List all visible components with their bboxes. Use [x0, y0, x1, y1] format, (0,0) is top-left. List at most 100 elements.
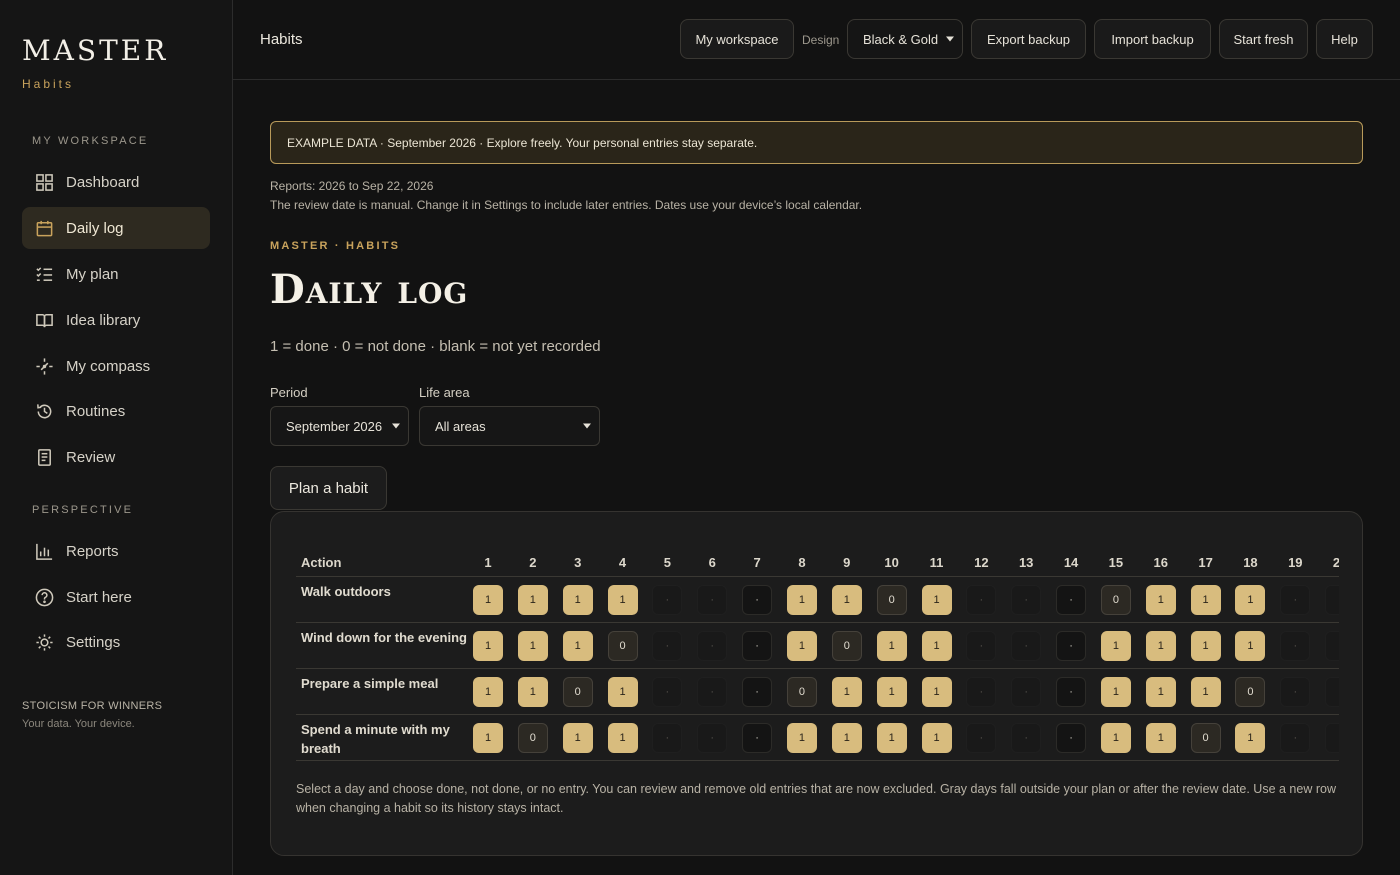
period-select[interactable]: September 2026 — [270, 406, 409, 446]
my-workspace-button[interactable]: My workspace — [680, 19, 794, 59]
habit-day-cell[interactable]: 1 — [517, 631, 548, 661]
habit-day-cell[interactable]: 1 — [607, 677, 638, 707]
sidebar-item-daily-log[interactable]: Daily log — [22, 207, 210, 249]
brand-logo[interactable]: MASTER Habits — [22, 34, 168, 91]
sidebar-item-reports[interactable]: Reports — [22, 530, 210, 572]
habit-day-cell[interactable]: 1 — [831, 677, 862, 707]
habit-day-cell[interactable]: 1 — [786, 631, 817, 661]
habit-day-cell[interactable]: 1 — [786, 723, 817, 753]
habit-day-cell[interactable]: 1 — [1235, 585, 1266, 615]
habit-day-cell[interactable]: 0 — [1235, 677, 1266, 707]
habit-day-cell: · — [1011, 677, 1042, 707]
habit-day-cell[interactable]: 1 — [921, 585, 952, 615]
day-header: 18 — [1243, 555, 1258, 570]
chevron-down-icon — [946, 36, 954, 42]
day-header: 6 — [708, 555, 716, 570]
day-header: 8 — [798, 555, 806, 570]
habit-day-cell[interactable]: 1 — [517, 677, 548, 707]
plan-a-habit-button[interactable]: Plan a habit — [270, 466, 387, 510]
habit-day-cell[interactable]: 0 — [562, 677, 593, 707]
habit-day-cell[interactable]: 1 — [921, 631, 952, 661]
habit-day-cell[interactable]: 0 — [786, 677, 817, 707]
habit-day-cell[interactable]: 1 — [831, 723, 862, 753]
habit-day-cell[interactable]: 1 — [473, 585, 503, 615]
export-backup-button[interactable]: Export backup — [971, 19, 1086, 59]
habit-day-cell[interactable]: 1 — [1190, 631, 1221, 661]
import-backup-button[interactable]: Import backup — [1094, 19, 1211, 59]
habit-day-cell[interactable]: 1 — [473, 631, 503, 661]
habit-day-cell[interactable]: 0 — [876, 585, 907, 615]
book-icon — [34, 310, 54, 330]
sidebar-item-my-plan[interactable]: My plan — [22, 253, 210, 295]
habit-day-cell[interactable]: 1 — [831, 585, 862, 615]
topbar-title: Habits — [260, 31, 303, 48]
habit-day-cell[interactable]: 1 — [876, 631, 907, 661]
habit-day-cell[interactable]: · — [742, 585, 773, 615]
sidebar-item-review[interactable]: Review — [22, 436, 210, 478]
habit-day-cell[interactable]: 1 — [1100, 677, 1131, 707]
design-select[interactable]: Black & Gold — [847, 19, 963, 59]
history-icon — [34, 401, 54, 421]
habit-day-cell[interactable]: 1 — [1145, 723, 1176, 753]
habit-day-cell: · — [1011, 631, 1042, 661]
habit-day-cell[interactable]: 1 — [1145, 677, 1176, 707]
habit-day-cell[interactable]: 1 — [1190, 585, 1221, 615]
sidebar-item-dashboard[interactable]: Dashboard — [22, 161, 210, 203]
habit-day-cell[interactable]: 1 — [473, 677, 503, 707]
period-label: Period — [270, 385, 308, 400]
habit-day-cell[interactable]: 1 — [607, 723, 638, 753]
row-divider — [296, 668, 1339, 669]
life-area-select[interactable]: All areas — [419, 406, 600, 446]
habit-day-cell[interactable]: 1 — [876, 677, 907, 707]
day-header: 20 — [1325, 555, 1339, 570]
habit-day-cell[interactable]: 0 — [831, 631, 862, 661]
habit-day-cell[interactable]: · — [742, 723, 773, 753]
habit-day-cell[interactable]: · — [742, 677, 773, 707]
habit-day-cell: · — [1280, 723, 1311, 753]
habit-day-cell[interactable]: 1 — [517, 585, 548, 615]
sidebar-item-routines[interactable]: Routines — [22, 390, 210, 432]
start-fresh-button[interactable]: Start fresh — [1219, 19, 1308, 59]
habit-day-cell[interactable]: 1 — [607, 585, 638, 615]
habit-day-cell: · — [1325, 585, 1339, 615]
habit-day-cell[interactable]: 1 — [473, 723, 503, 753]
design-select-value: Black & Gold — [863, 31, 939, 47]
sidebar-footer-title: STOICISM FOR WINNERS — [22, 700, 163, 712]
habit-day-cell[interactable]: 1 — [876, 723, 907, 753]
sidebar-item-label: Idea library — [66, 311, 141, 329]
habit-day-cell[interactable]: 1 — [1100, 723, 1131, 753]
habit-day-cell[interactable]: · — [1056, 677, 1087, 707]
habit-day-cell[interactable]: · — [1056, 585, 1087, 615]
habit-day-cell[interactable]: 1 — [1145, 585, 1176, 615]
habit-day-cell[interactable]: 1 — [562, 631, 593, 661]
row-divider — [296, 714, 1339, 715]
nav-section-workspace: MY WORKSPACE — [32, 135, 149, 147]
chevron-down-icon — [583, 423, 591, 429]
sidebar-item-settings[interactable]: Settings — [22, 621, 210, 663]
habit-day-cell[interactable]: 0 — [1100, 585, 1131, 615]
habit-day-cell[interactable]: · — [1056, 723, 1087, 753]
habit-day-cell[interactable]: 1 — [921, 723, 952, 753]
sidebar-item-my-compass[interactable]: My compass — [22, 345, 210, 387]
habit-day-cell[interactable]: 1 — [1190, 677, 1221, 707]
habit-day-cell[interactable]: 1 — [562, 585, 593, 615]
habit-day-cell[interactable]: 0 — [607, 631, 638, 661]
sidebar-item-idea-library[interactable]: Idea library — [22, 299, 210, 341]
habit-day-cell[interactable]: 1 — [1145, 631, 1176, 661]
help-button[interactable]: Help — [1316, 19, 1373, 59]
life-area-label: Life area — [419, 385, 470, 400]
habit-day-cell[interactable]: 1 — [1235, 723, 1266, 753]
habit-day-cell[interactable]: · — [1056, 631, 1087, 661]
habit-grid[interactable]: Action 1234567891011121314151617181920Wa… — [296, 552, 1339, 762]
habit-day-cell[interactable]: 1 — [786, 585, 817, 615]
habit-day-cell[interactable]: 1 — [921, 677, 952, 707]
habit-day-cell[interactable]: 1 — [1100, 631, 1131, 661]
sidebar-item-label: My compass — [66, 357, 151, 375]
habit-day-cell[interactable]: 0 — [517, 723, 548, 753]
habit-day-cell: · — [652, 585, 683, 615]
habit-day-cell[interactable]: · — [742, 631, 773, 661]
habit-day-cell[interactable]: 1 — [1235, 631, 1266, 661]
habit-day-cell[interactable]: 1 — [562, 723, 593, 753]
habit-day-cell[interactable]: 0 — [1190, 723, 1221, 753]
sidebar-item-start-here[interactable]: Start here — [22, 576, 210, 618]
